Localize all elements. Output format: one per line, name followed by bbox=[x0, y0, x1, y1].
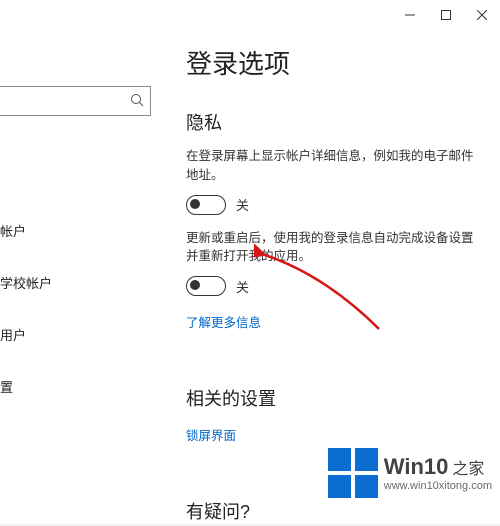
search-box[interactable] bbox=[0, 86, 151, 116]
privacy-toggle-2-row: 关 bbox=[186, 276, 488, 296]
watermark-url: www.win10xitong.com bbox=[384, 480, 492, 492]
close-icon bbox=[477, 10, 487, 20]
sidebar-item-label: 学校帐户 bbox=[0, 273, 52, 292]
search-icon bbox=[130, 93, 144, 112]
toggle-knob bbox=[190, 199, 200, 209]
watermark-brand: Win10 bbox=[384, 454, 449, 479]
sidebar-item-label: 帐户 bbox=[0, 221, 26, 240]
sidebar-item-school-account[interactable]: 学校帐户 bbox=[0, 264, 176, 300]
maximize-icon bbox=[441, 10, 451, 20]
sidebar-item-settings[interactable]: 置 bbox=[0, 368, 176, 404]
sidebar-item-label: 用户 bbox=[0, 325, 26, 344]
sidebar-item-label: 置 bbox=[0, 377, 13, 396]
watermark: Win10之家 www.win10xitong.com bbox=[328, 448, 492, 498]
privacy-desc-1: 在登录屏幕上显示帐户详细信息，例如我的电子邮件地址。 bbox=[186, 147, 476, 185]
privacy-toggle-2-state: 关 bbox=[236, 277, 249, 296]
windows-logo-icon bbox=[328, 448, 378, 498]
privacy-toggle-1-row: 关 bbox=[186, 195, 488, 215]
sidebar-item-users[interactable]: 用户 bbox=[0, 316, 176, 352]
lock-screen-link[interactable]: 锁屏界面 bbox=[186, 425, 236, 444]
learn-more-link[interactable]: 了解更多信息 bbox=[186, 312, 261, 331]
privacy-desc-2: 更新或重启后，使用我的登录信息自动完成设备设置并重新打开我的应用。 bbox=[186, 229, 476, 267]
privacy-toggle-1[interactable] bbox=[186, 195, 226, 215]
sidebar-item-account[interactable]: 帐户 bbox=[0, 212, 176, 248]
search-input[interactable] bbox=[0, 87, 128, 113]
sidebar: 帐户 学校帐户 用户 置 bbox=[0, 0, 176, 524]
toggle-knob bbox=[190, 280, 200, 290]
watermark-suffix: 之家 bbox=[452, 461, 484, 478]
privacy-toggle-1-state: 关 bbox=[236, 195, 249, 214]
help-heading: 有疑问? bbox=[186, 498, 488, 524]
privacy-toggle-2[interactable] bbox=[186, 276, 226, 296]
watermark-text: Win10之家 www.win10xitong.com bbox=[384, 454, 492, 492]
related-heading: 相关的设置 bbox=[186, 385, 488, 411]
privacy-heading: 隐私 bbox=[186, 109, 488, 135]
page-title: 登录选项 bbox=[186, 44, 488, 81]
settings-window: 帐户 学校帐户 用户 置 登录选项 隐私 在登录屏幕上显示帐户详细信息，例如我的… bbox=[0, 0, 500, 524]
minimize-icon bbox=[405, 10, 415, 20]
